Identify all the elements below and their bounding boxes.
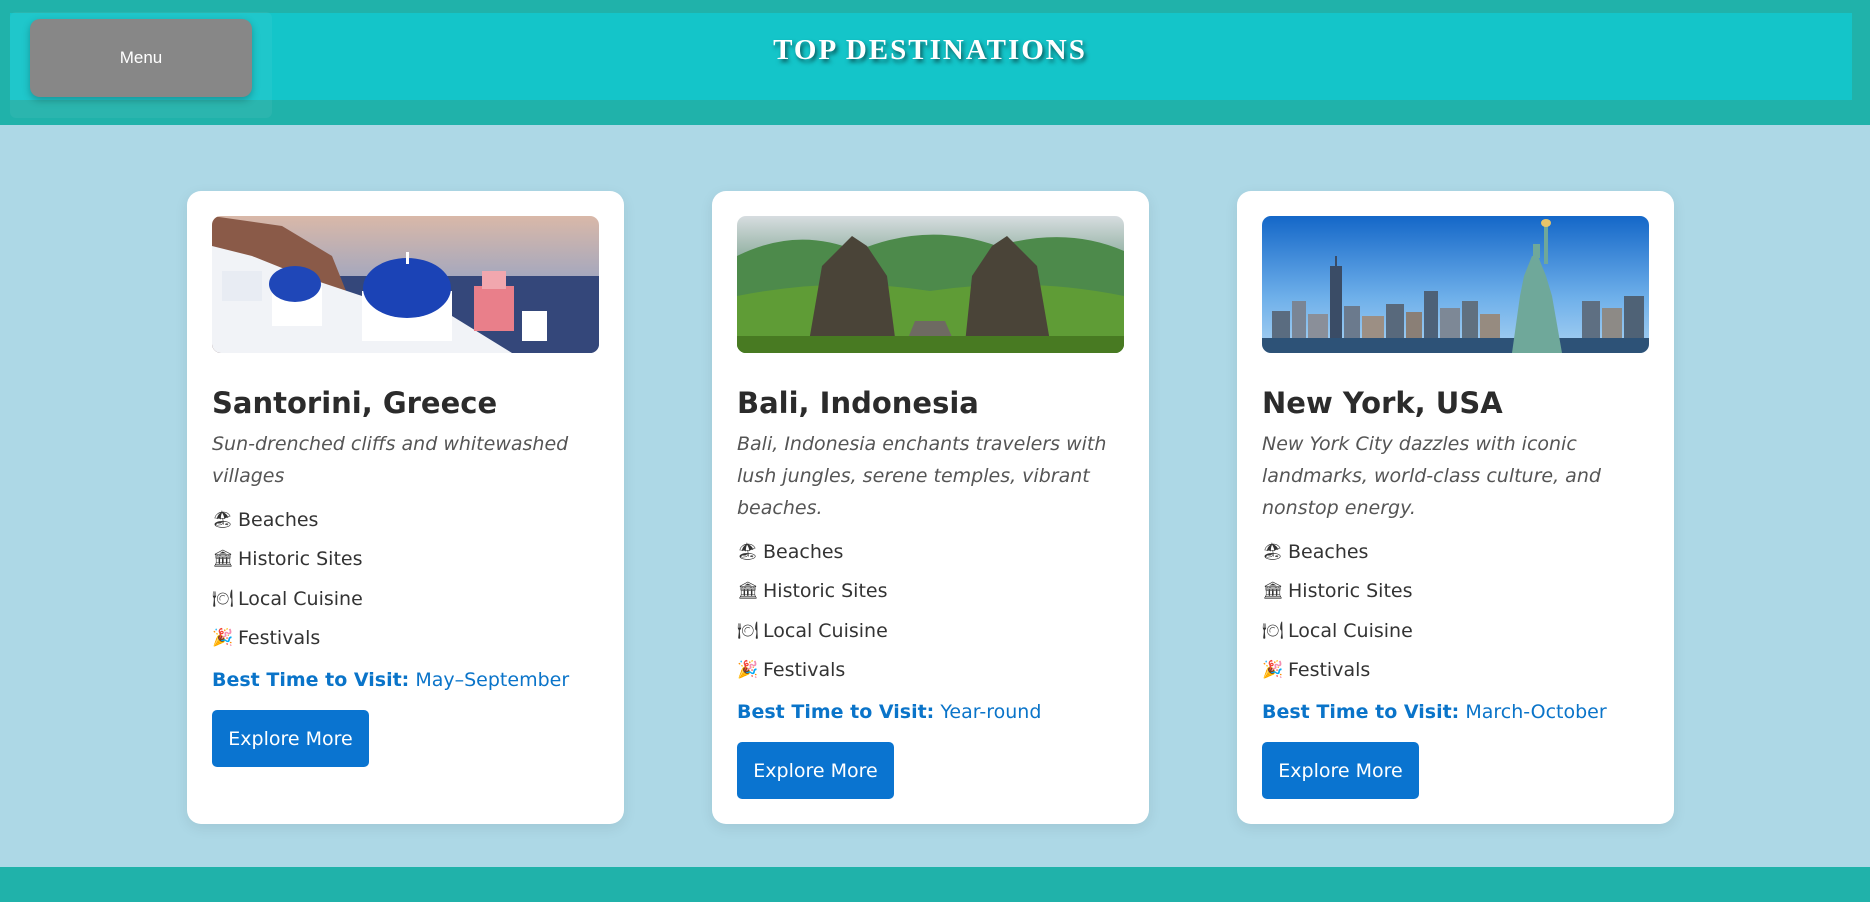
destination-title: Bali, Indonesia [737,386,979,420]
feature-item: 🏖 Beaches [1262,532,1649,572]
destination-description: New York City dazzles with iconic landma… [1262,433,1601,519]
destination-card-bali: Bali, Indonesia Bali, Indonesia enchants… [712,191,1149,824]
feature-item: 🍽 Local Cuisine [1262,611,1649,651]
feature-label: Historic Sites [1288,580,1413,603]
feature-item: 🏖 Beaches [737,532,1124,572]
feature-item: 🎉 Festivals [737,651,1124,691]
feature-label: Festivals [763,659,846,682]
feature-item: 🏛 Historic Sites [1262,572,1649,612]
best-time-label: Best Time to Visit: [1262,701,1460,723]
best-time-label: Best Time to Visit: [737,701,935,723]
feature-label: Festivals [238,627,321,650]
explore-more-button[interactable]: Explore More [737,742,894,799]
historic-site-icon: 🏛 [737,581,759,602]
feature-label: Local Cuisine [763,619,888,642]
feature-item: 🎉 Festivals [212,619,599,659]
feature-item: 🏖 Beaches [212,500,599,540]
historic-site-icon: 🏛 [1262,581,1284,602]
beach-icon: 🏖 [737,541,759,562]
feature-label: Historic Sites [238,548,363,571]
feature-label: Beaches [238,508,319,531]
destination-card-new-york: New York, USA New York City dazzles with… [1237,191,1674,824]
explore-more-button[interactable]: Explore More [1262,742,1419,799]
feature-label: Local Cuisine [1288,619,1413,642]
feature-item: 🍽 Local Cuisine [212,579,599,619]
feature-label: Beaches [1288,540,1369,563]
destination-title: New York, USA [1262,386,1503,420]
best-time-value: March-October [1465,701,1607,723]
santorini-photo [212,216,599,353]
beach-icon: 🏖 [1262,541,1284,562]
cuisine-icon: 🍽 [737,620,759,641]
bali-photo [737,216,1124,353]
feature-item: 🎉 Festivals [1262,651,1649,691]
feature-label: Historic Sites [763,580,888,603]
destination-title: Santorini, Greece [212,386,498,420]
best-time-to-visit: Best Time to Visit: March-October [1262,699,1649,725]
footer-bar [0,867,1870,902]
festival-icon: 🎉 [1262,660,1284,681]
feature-item: 🏛 Historic Sites [737,572,1124,612]
destination-description: Sun-drenched cliffs and whitewashed vill… [212,433,569,487]
best-time-to-visit: Best Time to Visit: May–September [212,667,599,693]
feature-item: 🏛 Historic Sites [212,540,599,580]
feature-item: 🍽 Local Cuisine [737,611,1124,651]
feature-label: Local Cuisine [238,587,363,610]
feature-label: Beaches [763,540,844,563]
feature-list: 🏖 Beaches 🏛 Historic Sites 🍽 Local Cuisine … [737,532,1124,690]
beach-icon: 🏖 [212,509,234,530]
cuisine-icon: 🍽 [1262,620,1284,641]
historic-site-icon: 🏛 [212,549,234,570]
explore-more-button[interactable]: Explore More [212,710,369,767]
page-title: TOP DESTINATIONS [773,34,1087,66]
best-time-value: May–September [415,669,570,691]
festival-icon: 🎉 [212,628,234,649]
cuisine-icon: 🍽 [212,588,234,609]
destination-description: Bali, Indonesia enchants travelers with … [737,433,1107,519]
feature-label: Festivals [1288,659,1371,682]
feature-list: 🏖 Beaches 🏛 Historic Sites 🍽 Local Cuisine … [1262,532,1649,690]
best-time-value: Year-round [940,701,1042,723]
best-time-label: Best Time to Visit: [212,669,410,691]
new-york-photo [1262,216,1649,353]
feature-list: 🏖 Beaches 🏛 Historic Sites 🍽 Local Cuisine … [212,500,599,658]
best-time-to-visit: Best Time to Visit: Year-round [737,699,1124,725]
destination-card-santorini: Santorini, Greece Sun-drenched cliffs an… [187,191,624,824]
festival-icon: 🎉 [737,660,759,681]
